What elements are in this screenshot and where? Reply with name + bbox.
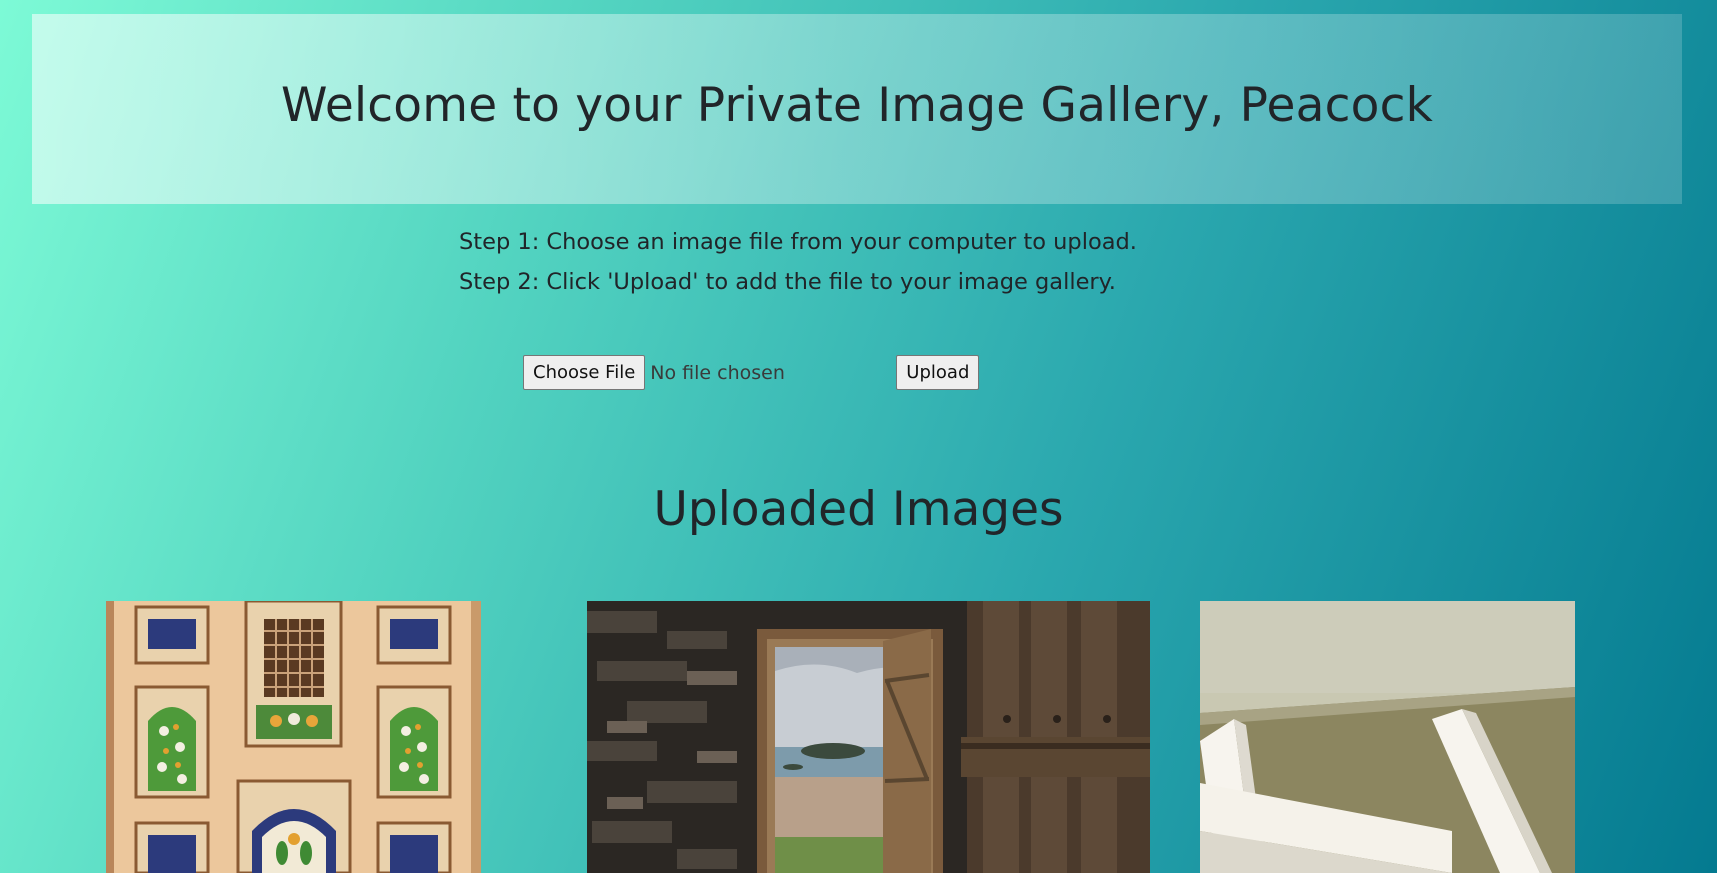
step-1-text: Step 1: Choose an image file from your c… (459, 229, 1137, 255)
page-title: Welcome to your Private Image Gallery, P… (280, 77, 1434, 133)
gallery-image-open-door[interactable] (587, 601, 1150, 873)
file-status-text: No file chosen (650, 361, 785, 384)
upload-button[interactable]: Upload (896, 355, 980, 390)
white-beams-image (1200, 601, 1575, 873)
gallery-image-tiled-wall[interactable] (106, 601, 481, 873)
tiled-wall-image (106, 601, 481, 873)
gallery-image-white-beams[interactable] (1200, 601, 1575, 873)
gallery-heading: Uploaded Images (653, 482, 1064, 537)
choose-file-button[interactable]: Choose File (523, 355, 646, 390)
open-door-image (587, 601, 1150, 873)
upload-form: Choose File No file chosen Upload (523, 355, 980, 390)
step-2-text: Step 2: Click 'Upload' to add the file t… (459, 269, 1116, 295)
upload-instructions: Step 1: Choose an image file from your c… (459, 222, 1137, 302)
welcome-banner: Welcome to your Private Image Gallery, P… (32, 14, 1682, 204)
